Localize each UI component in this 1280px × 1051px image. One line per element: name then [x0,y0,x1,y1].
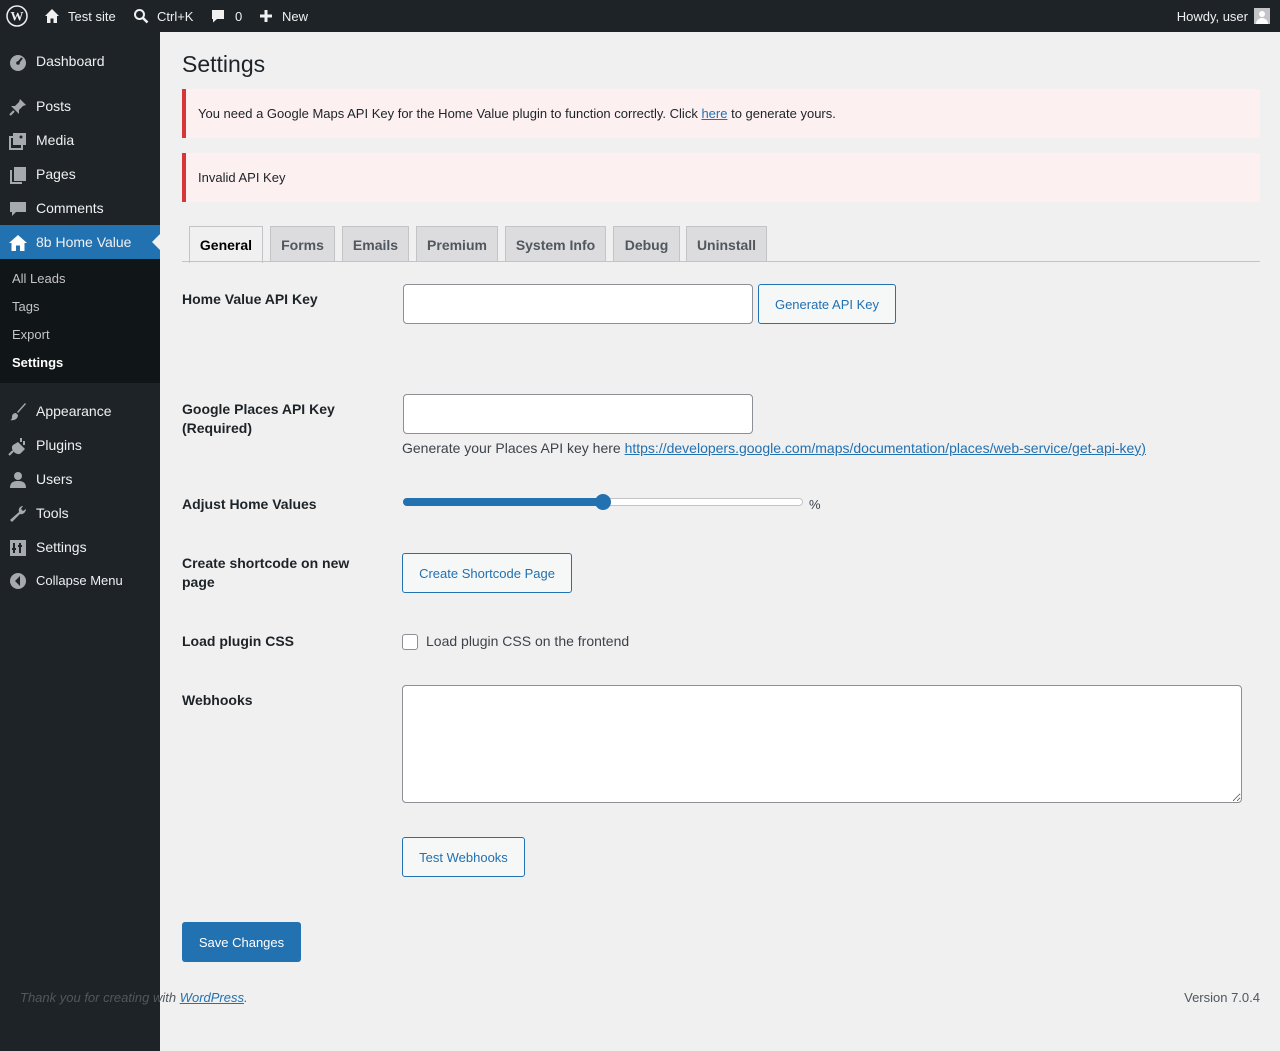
wordpress-link[interactable]: WordPress [180,990,244,1005]
sidebar-item-comments[interactable]: Comments [0,191,160,225]
tab-forms[interactable]: Forms [270,226,335,262]
plug-icon [8,436,28,456]
collapse-menu-button[interactable]: Collapse Menu [0,563,160,597]
site-name: Test site [68,8,116,24]
sidebar-item-media[interactable]: Media [0,123,160,157]
notice-api-key-required: You need a Google Maps API Key for the H… [182,89,1260,138]
brush-icon [8,402,28,422]
percent-unit: % [809,497,821,512]
home-value-api-key-input[interactable] [403,284,753,324]
tab-emails[interactable]: Emails [342,226,409,262]
slider-fill [403,498,603,506]
create-shortcode-label: Create shortcode on new page [182,555,350,590]
generate-api-key-button[interactable]: Generate API Key [758,284,896,324]
avatar [1254,8,1270,24]
tab-uninstall[interactable]: Uninstall [686,226,767,262]
load-plugin-css-checkbox[interactable] [402,634,418,650]
new-content-link[interactable]: New [258,0,308,32]
home-icon [8,233,28,253]
load-plugin-css-checkbox-label[interactable]: Load plugin CSS on the frontend [426,633,629,649]
wordpress-logo-icon[interactable]: W [6,0,28,32]
sidebar-item-posts[interactable]: Posts [0,89,160,123]
test-webhooks-button[interactable]: Test Webhooks [402,837,525,877]
sidebar-item-tools[interactable]: Tools [0,496,160,530]
pin-icon [8,97,28,117]
page-title: Settings [182,51,266,77]
comments-count: 0 [235,8,243,24]
comment-icon [210,8,226,24]
settings-icon [8,538,28,558]
sidebar-item-pages[interactable]: Pages [0,157,160,191]
tab-debug[interactable]: Debug [613,226,680,262]
tab-divider [182,261,1260,262]
save-changes-button[interactable]: Save Changes [182,922,301,962]
media-icon [8,131,28,151]
tab-premium[interactable]: Premium [416,226,498,262]
webhooks-label: Webhooks [182,692,253,708]
notice-here-link[interactable]: here [701,106,727,121]
comments-link[interactable]: 0 [210,0,242,32]
tab-general[interactable]: General [189,226,263,263]
tab-system-info[interactable]: System Info [505,226,606,262]
create-shortcode-page-button[interactable]: Create Shortcode Page [402,553,572,593]
wrench-icon [8,504,28,524]
submenu: All Leads Tags Export Settings [0,259,160,383]
places-api-help-text: Generate your Places API key here https:… [402,440,1146,456]
greeting: Howdy, user [1176,8,1248,24]
search-icon [133,8,149,24]
submenu-item-settings[interactable]: Settings [12,355,63,370]
webhooks-textarea[interactable] [402,685,1242,803]
notice-invalid-api-key: Invalid API Key [182,153,1260,202]
sidebar-item-appearance[interactable]: Appearance [0,394,160,428]
main-content: Settings You need a Google Maps API Key … [160,32,1280,1051]
submenu-item-tags[interactable]: Tags [12,299,39,314]
footer-thanks: Thank you for creating with WordPress. [20,990,248,1005]
account-menu[interactable]: Howdy, user [1177,0,1270,32]
google-places-api-key-label: Google Places API Key (Required) [182,401,335,436]
dashboard-icon [8,52,28,72]
places-api-link[interactable]: https://developers.google.com/maps/docum… [625,440,1146,456]
svg-text:W: W [11,9,24,24]
adjust-home-values-label: Adjust Home Values [182,496,317,512]
plus-icon [258,8,274,24]
submenu-item-export[interactable]: Export [12,327,50,342]
sidebar-item-8b-home-value[interactable]: 8b Home Value [0,225,160,259]
search-shortcut[interactable]: Ctrl+K [133,0,193,32]
slider-thumb[interactable] [595,494,611,510]
home-value-api-key-label: Home Value API Key [182,291,318,307]
load-plugin-css-label: Load plugin CSS [182,633,294,649]
version-text: Version 7.0.4 [1184,990,1260,1005]
google-places-api-key-input[interactable] [403,394,753,434]
submenu-item-all-leads[interactable]: All Leads [12,271,65,286]
user-icon [8,470,28,490]
sidebar-item-plugins[interactable]: Plugins [0,428,160,462]
admin-bar: W Test site Ctrl+K 0 New Howdy, user [0,0,1280,32]
pages-icon [8,165,28,185]
site-name-link[interactable]: Test site [44,0,116,32]
sidebar-item-settings[interactable]: Settings [0,530,160,564]
admin-sidebar: Dashboard Posts Media Pages Comments 8b … [0,32,160,1051]
sidebar-item-dashboard[interactable]: Dashboard [0,44,160,78]
collapse-icon [8,571,28,591]
comment-icon [8,199,28,219]
home-icon [44,8,60,24]
sidebar-item-users[interactable]: Users [0,462,160,496]
